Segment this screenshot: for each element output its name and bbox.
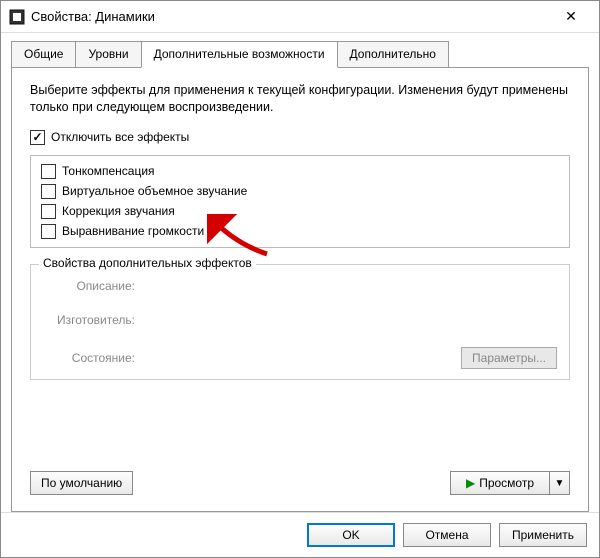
tab-label: Общие: [24, 47, 63, 61]
properties-dialog: Свойства: Динамики ✕ Общие Уровни Дополн…: [0, 0, 600, 558]
preview-button[interactable]: ▶ Просмотр: [450, 471, 550, 495]
tab-levels[interactable]: Уровни: [75, 41, 141, 67]
effect-checkbox-equalization[interactable]: [41, 224, 56, 239]
effect-checkbox-loudness[interactable]: [41, 164, 56, 179]
tab-label: Дополнительно: [350, 47, 436, 61]
instructions-text: Выберите эффекты для применения к текуще…: [30, 82, 570, 116]
ok-button[interactable]: OK: [307, 523, 395, 547]
tab-general[interactable]: Общие: [11, 41, 76, 67]
effect-checkbox-room-correction[interactable]: [41, 204, 56, 219]
close-button[interactable]: ✕: [551, 3, 591, 31]
effect-label: Тонкомпенсация: [62, 164, 155, 178]
effect-row: Тонкомпенсация: [41, 164, 559, 179]
preview-button-label: Просмотр: [479, 476, 534, 490]
effect-label: Выравнивание громкости: [62, 224, 204, 238]
effect-checkbox-virtual-surround[interactable]: [41, 184, 56, 199]
prop-vendor-label: Изготовитель:: [43, 313, 143, 327]
lower-button-row: По умолчанию ▶ Просмотр ▼: [30, 471, 570, 495]
client-area: Общие Уровни Дополнительные возможности …: [1, 33, 599, 512]
parameters-button-label: Параметры...: [472, 351, 546, 365]
disable-all-row: Отключить все эффекты: [30, 130, 570, 145]
prop-description-label: Описание:: [43, 279, 143, 293]
parameters-button[interactable]: Параметры...: [461, 347, 557, 369]
preview-dropdown-button[interactable]: ▼: [550, 471, 570, 495]
tab-strip: Общие Уровни Дополнительные возможности …: [11, 41, 589, 67]
preview-split-button: ▶ Просмотр ▼: [450, 471, 570, 495]
window-title: Свойства: Динамики: [31, 9, 551, 24]
prop-status-row: Состояние: Параметры...: [43, 347, 557, 369]
cancel-button-label: Отмена: [425, 528, 468, 542]
play-icon: ▶: [466, 476, 475, 490]
close-icon: ✕: [565, 8, 577, 25]
prop-description-row: Описание:: [43, 279, 557, 293]
cancel-button[interactable]: Отмена: [403, 523, 491, 547]
prop-vendor-row: Изготовитель:: [43, 313, 557, 327]
defaults-button-label: По умолчанию: [41, 476, 122, 490]
effect-properties-group: Свойства дополнительных эффектов Описани…: [30, 264, 570, 380]
effect-row: Выравнивание громкости: [41, 224, 559, 239]
disable-all-label: Отключить все эффекты: [51, 130, 189, 144]
tab-advanced[interactable]: Дополнительно: [337, 41, 449, 67]
group-title: Свойства дополнительных эффектов: [39, 256, 256, 270]
titlebar: Свойства: Динамики ✕: [1, 1, 599, 33]
effect-label: Виртуальное объемное звучание: [62, 184, 247, 198]
prop-status-label: Состояние:: [43, 351, 143, 365]
ok-button-label: OK: [342, 528, 359, 542]
effect-row: Виртуальное объемное звучание: [41, 184, 559, 199]
effect-label: Коррекция звучания: [62, 204, 175, 218]
apply-button-label: Применить: [512, 528, 574, 542]
disable-all-checkbox[interactable]: [30, 130, 45, 145]
effect-row: Коррекция звучания: [41, 204, 559, 219]
tab-enhancements[interactable]: Дополнительные возможности: [141, 41, 338, 68]
apply-button[interactable]: Применить: [499, 523, 587, 547]
app-icon: [9, 9, 25, 25]
tab-label: Дополнительные возможности: [154, 47, 325, 61]
defaults-button[interactable]: По умолчанию: [30, 471, 133, 495]
tab-panel-enhancements: Выберите эффекты для применения к текуще…: [11, 67, 589, 512]
tab-label: Уровни: [88, 47, 128, 61]
effects-list: Тонкомпенсация Виртуальное объемное звуч…: [30, 155, 570, 248]
dialog-button-row: OK Отмена Применить: [1, 512, 599, 557]
chevron-down-icon: ▼: [555, 478, 565, 489]
